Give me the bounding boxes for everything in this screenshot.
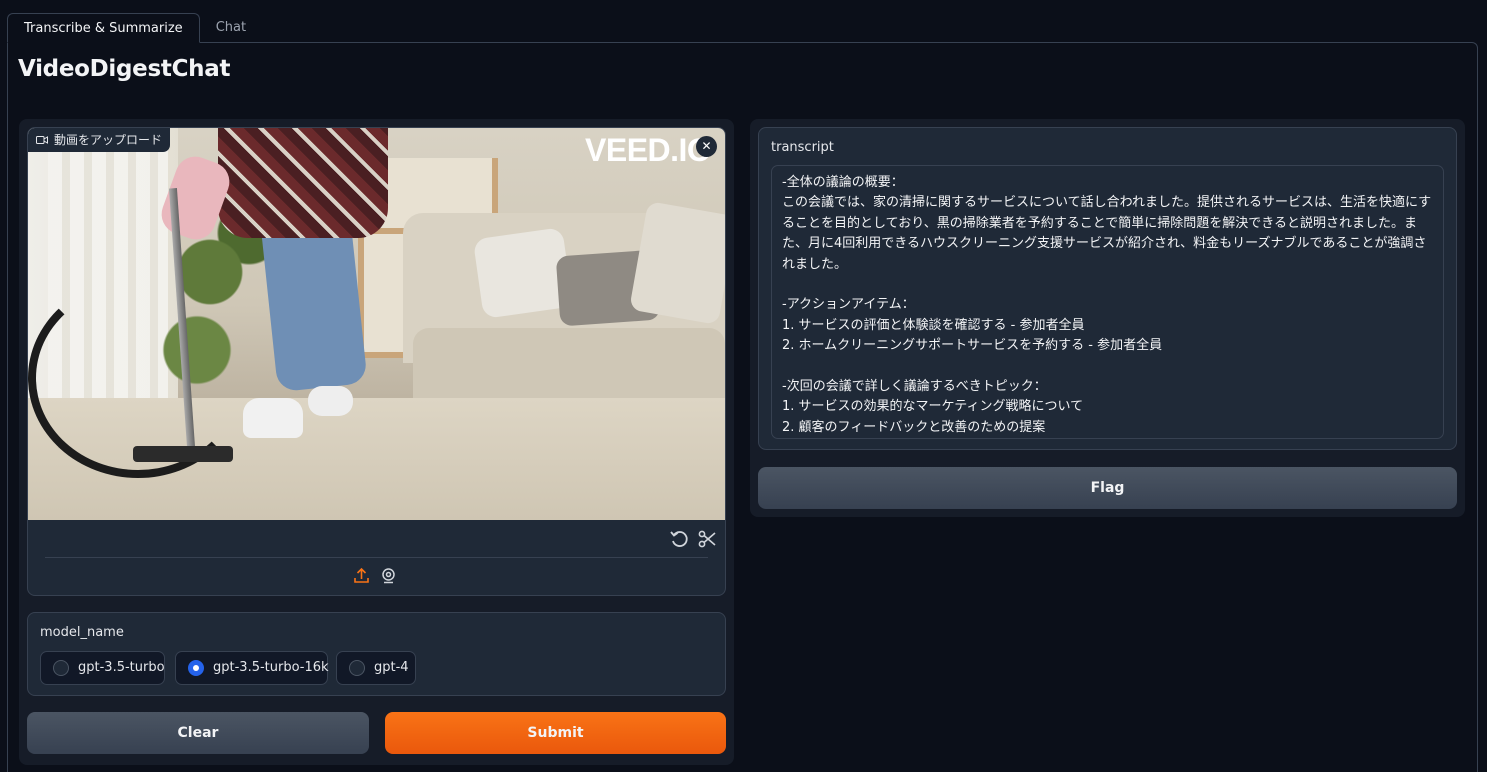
clear-button[interactable]: Clear (27, 712, 369, 754)
divider (45, 557, 708, 558)
tab-transcribe-summarize[interactable]: Transcribe & Summarize (7, 13, 200, 43)
video-player[interactable]: VEED.IO (28, 128, 725, 520)
video-scene-shoe (243, 398, 303, 438)
radio-gpt-4[interactable]: gpt-4 (336, 651, 416, 685)
radio-label: gpt-3.5-turbo-16k (213, 660, 329, 675)
radio-label: gpt-3.5-turbo (78, 660, 165, 675)
video-scene-vacuum-nozzle (133, 446, 233, 462)
video-camera-icon (36, 136, 48, 144)
scissors-icon[interactable] (697, 529, 717, 549)
undo-icon[interactable] (669, 529, 689, 549)
video-watermark: VEED.IO (585, 132, 712, 168)
webcam-icon[interactable] (380, 567, 397, 584)
model-name-label: model_name (40, 625, 124, 640)
tab-chat[interactable]: Chat (200, 13, 262, 43)
video-scene-shoe (308, 386, 353, 416)
tab-bar: Transcribe & Summarize Chat (7, 13, 262, 43)
video-tools (669, 529, 717, 549)
radio-gpt-3-5-turbo-16k[interactable]: gpt-3.5-turbo-16k (175, 651, 329, 685)
radio-label: gpt-4 (374, 660, 409, 675)
submit-button[interactable]: Submit (385, 712, 726, 754)
upload-icon[interactable] (353, 567, 370, 584)
radio-indicator (349, 660, 365, 676)
page-title: VideoDigestChat (18, 56, 231, 82)
radio-indicator (53, 660, 69, 676)
video-upload-label-text: 動画をアップロード (54, 133, 163, 147)
radio-indicator (188, 660, 204, 676)
transcript-textarea[interactable]: -全体の議論の概要： この会議では、家の清掃に関するサービスについて話し合われま… (771, 165, 1444, 439)
transcript-label: transcript (771, 140, 834, 155)
video-source-selector (353, 567, 397, 584)
radio-gpt-3-5-turbo[interactable]: gpt-3.5-turbo (40, 651, 165, 685)
flag-button[interactable]: Flag (758, 467, 1457, 509)
close-icon[interactable]: ✕ (696, 136, 717, 157)
video-scene-person-shirt (218, 128, 388, 238)
video-upload-label: 動画をアップロード (28, 128, 171, 152)
